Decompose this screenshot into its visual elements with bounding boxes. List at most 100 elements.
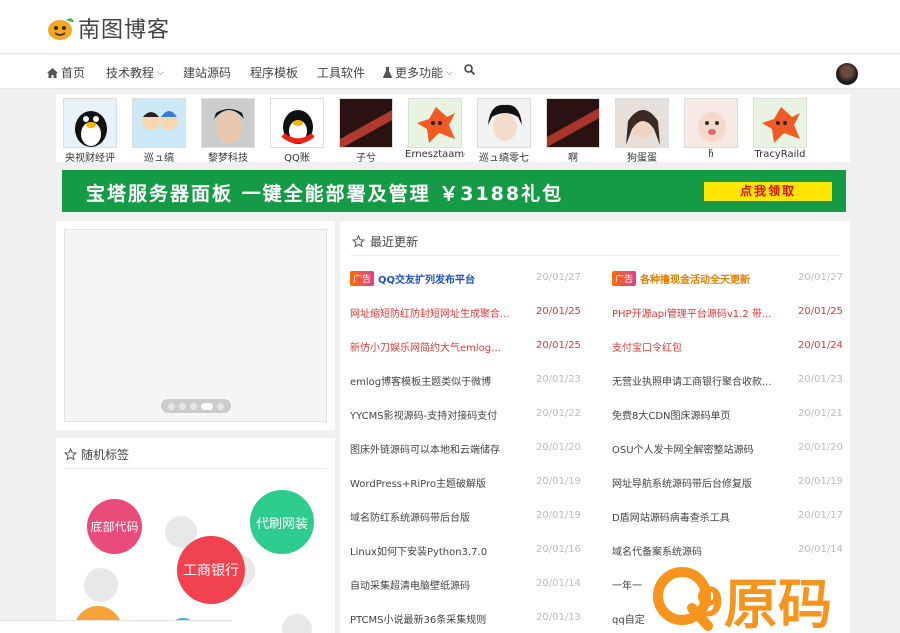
news-item[interactable]: Linux如何下安装Python3.7.0 bbox=[350, 543, 487, 558]
nav-more[interactable]: 更多功能 ⌵ bbox=[383, 64, 453, 81]
news-item-title[interactable]: qq自定 bbox=[612, 611, 645, 626]
chevron-down-icon: ⌵ bbox=[446, 67, 453, 78]
news-item-title[interactable]: PTCMS小说最新36条采集规则 bbox=[350, 611, 486, 626]
news-item-title[interactable]: 各种撸现金活动全天更新 bbox=[640, 271, 750, 286]
news-item[interactable]: 广告 QQ交友扩列发布平台 bbox=[350, 271, 475, 286]
news-item-title[interactable]: 免费8大CDN图床源码单页 bbox=[612, 407, 731, 422]
nav-tools-label: 工具软件 bbox=[317, 66, 366, 80]
news-item-date: 20/01/27 bbox=[536, 272, 581, 283]
friend-item[interactable]: TracyRaild bbox=[750, 98, 810, 160]
news-item[interactable]: qq自定 bbox=[612, 611, 645, 626]
slider-dot[interactable] bbox=[217, 402, 224, 410]
news-item-title[interactable]: D盾网站源码病毒查杀工具 bbox=[612, 509, 730, 524]
news-item[interactable]: 域名代备案系统源码 bbox=[612, 543, 702, 558]
news-item[interactable]: 自动采集超清电脑壁纸源码 bbox=[350, 577, 470, 592]
news-item-title[interactable]: QQ交友扩列发布平台 bbox=[378, 271, 475, 286]
tag-bubble[interactable]: 工商银行 bbox=[177, 536, 245, 604]
tags-title: 随机标签 bbox=[81, 448, 130, 462]
tag-bubble[interactable]: 代刷网装 bbox=[250, 490, 314, 554]
news-item-title[interactable]: 图床外链源码可以本地和云端储存 bbox=[350, 441, 500, 456]
slider-dot[interactable] bbox=[168, 402, 175, 410]
news-item[interactable]: 图床外链源码可以本地和云端储存 bbox=[350, 441, 500, 456]
news-item-title[interactable]: PHP开源api管理平台源码v1.2 带... bbox=[612, 305, 771, 320]
news-item[interactable]: 无营业执照申请工商银行聚合收款... bbox=[612, 373, 772, 388]
tag-label: 工商银行 bbox=[183, 563, 239, 579]
banner-claim-button[interactable]: 点我领取 bbox=[704, 182, 832, 201]
friend-item[interactable]: 啊 bbox=[543, 98, 603, 164]
friend-item[interactable]: 黎梦科技 bbox=[198, 98, 258, 164]
divider bbox=[350, 255, 840, 256]
banner-text: 宝塔服务器面板 一键全能部署及管理 ￥3188礼包 bbox=[86, 183, 564, 205]
news-item-date: 20/01/13 bbox=[536, 612, 581, 623]
news-item[interactable]: 支付宝口令红包 bbox=[612, 339, 682, 354]
nav-home[interactable]: 首页 bbox=[47, 64, 85, 81]
nav-templates[interactable]: 程序模板 bbox=[250, 64, 298, 81]
news-item[interactable]: D盾网站源码病毒查杀工具 bbox=[612, 509, 730, 524]
news-item[interactable]: WordPress+RiPro主题破解版 bbox=[350, 475, 486, 490]
news-title: 最近更新 bbox=[370, 235, 419, 249]
nav-tech[interactable]: 技术教程 ⌵ bbox=[106, 64, 164, 81]
news-item[interactable]: PHP开源api管理平台源码v1.2 带... bbox=[612, 305, 771, 320]
news-item-title[interactable]: 网址导航系统源码带后台修复版 bbox=[612, 475, 752, 490]
news-item-date: 20/01/20 bbox=[536, 442, 581, 453]
watermark-digit: 9 bbox=[696, 580, 724, 626]
friend-item[interactable]: 子兮 bbox=[336, 98, 396, 164]
tag-bubble[interactable]: 底部代码 bbox=[87, 499, 142, 554]
news-item-title[interactable]: OSU个人发卡网全解密整站源码 bbox=[612, 441, 754, 456]
news-item-date: 20/01/25 bbox=[536, 340, 581, 351]
news-item-date: 20/01/19 bbox=[798, 476, 843, 487]
news-item-title[interactable]: 新仿小刀娱乐网简约大气emlog主... bbox=[350, 339, 510, 354]
user-avatar[interactable] bbox=[836, 63, 858, 85]
news-item[interactable]: 网址缩短防红防封短网址生成聚合... bbox=[350, 305, 510, 320]
news-item[interactable]: 广告 各种撸现金活动全天更新 bbox=[612, 271, 750, 286]
nav-source[interactable]: 建站源码 bbox=[183, 64, 231, 81]
news-item-title[interactable]: YYCMS影视源码-支持对接码支付 bbox=[350, 407, 497, 422]
slider-dot[interactable] bbox=[190, 402, 197, 410]
news-item-title[interactable]: 网址缩短防红防封短网址生成聚合... bbox=[350, 305, 510, 320]
news-item-title[interactable]: 域名防红系统源码带后台版 bbox=[350, 509, 470, 524]
news-item-date: 20/01/27 bbox=[798, 272, 843, 283]
news-item-title[interactable]: emlog博客模板主题类似于微博 bbox=[350, 373, 491, 388]
nav-tools[interactable]: 工具软件 bbox=[317, 64, 365, 81]
news-item-date: 20/01/25 bbox=[536, 306, 581, 317]
news-item-date: 20/01/14 bbox=[536, 578, 581, 589]
friend-item[interactable]: QQ账 bbox=[267, 98, 327, 164]
slider-dot[interactable] bbox=[179, 402, 186, 410]
flask-icon bbox=[383, 67, 392, 78]
slider-dot-active[interactable] bbox=[201, 402, 213, 410]
friend-item[interactable]: 巡ュ缟 bbox=[129, 98, 189, 164]
news-item[interactable]: PTCMS小说最新36条采集规则 bbox=[350, 611, 486, 626]
image-slider[interactable] bbox=[64, 229, 327, 422]
news-item-title[interactable]: 一年一 bbox=[612, 577, 642, 592]
news-item[interactable]: 新仿小刀娱乐网简约大气emlog主... bbox=[350, 339, 510, 354]
friend-item[interactable]: 狗蛋蛋 bbox=[612, 98, 672, 164]
news-item-title[interactable]: 无营业执照申请工商银行聚合收款... bbox=[612, 373, 772, 388]
news-item[interactable]: 一年一 bbox=[612, 577, 642, 592]
tag-label: 底部代码 bbox=[90, 520, 139, 534]
news-item-title[interactable]: 支付宝口令红包 bbox=[612, 339, 682, 354]
news-item-title[interactable]: Linux如何下安装Python3.7.0 bbox=[350, 543, 487, 558]
friend-item[interactable]: 央视财经评 bbox=[60, 98, 120, 164]
news-item[interactable]: YYCMS影视源码-支持对接码支付 bbox=[350, 407, 497, 422]
news-item-title[interactable]: 域名代备案系统源码 bbox=[612, 543, 702, 558]
friend-name: 巡ュ缟 bbox=[144, 153, 174, 164]
news-item[interactable]: 免费8大CDN图床源码单页 bbox=[612, 407, 731, 422]
news-item-title[interactable]: WordPress+RiPro主题破解版 bbox=[350, 475, 486, 490]
nav-templates-label: 程序模板 bbox=[250, 66, 299, 80]
news-item[interactable]: emlog博客模板主题类似于微博 bbox=[350, 373, 491, 388]
news-item[interactable]: 网址导航系统源码带后台修复版 bbox=[612, 475, 752, 490]
friend-name: 子兮 bbox=[356, 153, 376, 164]
news-item-title[interactable]: 自动采集超清电脑壁纸源码 bbox=[350, 577, 470, 592]
promo-banner[interactable]: 宝塔服务器面板 一键全能部署及管理 ￥3188礼包 点我领取 bbox=[62, 170, 846, 212]
news-item-date: 20/01/23 bbox=[798, 374, 843, 385]
news-item[interactable]: 域名防红系统源码带后台版 bbox=[350, 509, 470, 524]
site-logo[interactable]: 南图博客 bbox=[46, 12, 170, 44]
friend-item[interactable]: Ernesztaamomo bbox=[405, 98, 465, 160]
friend-item[interactable]: 巡ュ缟零七 bbox=[474, 98, 534, 164]
avatar bbox=[132, 98, 186, 148]
news-item-date: 20/01/25 bbox=[798, 306, 843, 317]
search-button[interactable] bbox=[464, 64, 478, 75]
news-item-date: 20/01/20 bbox=[798, 442, 843, 453]
friend-item[interactable]: ჩ bbox=[681, 98, 741, 160]
news-item[interactable]: OSU个人发卡网全解密整站源码 bbox=[612, 441, 754, 456]
